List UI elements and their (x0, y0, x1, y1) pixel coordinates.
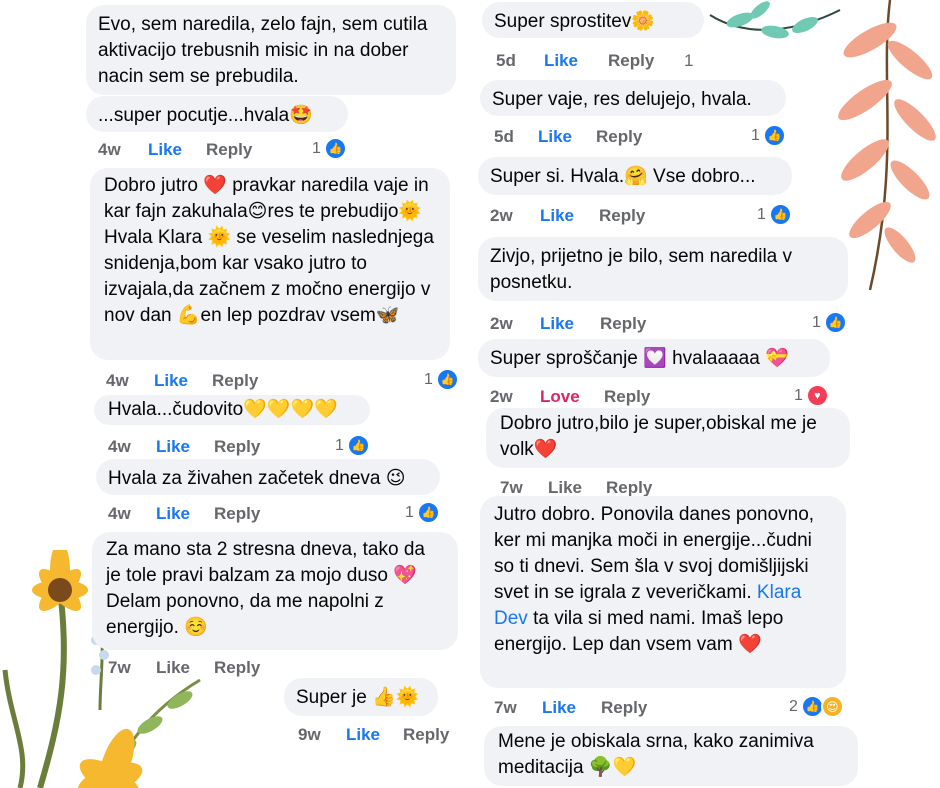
timestamp: 4w (108, 437, 131, 456)
comment-actions: 4w Like Reply (108, 504, 408, 524)
timestamp: 9w (298, 725, 321, 744)
comment-bubble: Za mano sta 2 stresna dneva, tako da je … (92, 532, 458, 650)
heart-eyes-reaction-icon: 😍 (820, 695, 844, 718)
comment-actions: 5d Like Reply 1 (496, 51, 706, 71)
timestamp: 5d (494, 127, 514, 146)
reaction-count: 1 ♥ (794, 384, 829, 407)
timestamp: 4w (108, 504, 131, 523)
reaction-count: 1 👍 (757, 203, 792, 226)
reply-button[interactable]: Reply (214, 658, 260, 678)
timestamp: 4w (106, 371, 129, 390)
comment-bubble: ...super pocutje...hvala🤩 (86, 96, 348, 132)
reply-button[interactable]: Reply (212, 371, 258, 391)
like-button[interactable]: Like (542, 698, 576, 718)
comment-actions: 2w Love Reply (490, 387, 790, 407)
comment-actions: 9w Like Reply (298, 725, 458, 745)
timestamp: 2w (490, 206, 513, 225)
like-button[interactable]: Like (148, 140, 182, 160)
comment-bubble: Hvala za živahen začetek dneva 😉 (96, 459, 440, 495)
comment-actions: 7w Like Reply (108, 658, 408, 678)
comment-bubble: Jutro dobro. Ponovila danes ponovno, ker… (480, 496, 846, 688)
comment-actions: 2w Like Reply (490, 206, 750, 226)
reply-button[interactable]: Reply (403, 725, 449, 745)
comment-actions: 7w Like Reply (494, 698, 794, 718)
comment-text: ta vila si med nami. Imaš lepo energijo.… (494, 608, 784, 655)
reply-button[interactable]: Reply (604, 387, 650, 407)
reaction-count: 1 👍 (405, 501, 440, 524)
reaction-count: 1 👍 (812, 311, 847, 334)
comment-bubble: Evo, sem naredila, zelo fajn, sem cutila… (86, 5, 456, 95)
comment-bubble: Zivjo, prijetno je bilo, sem naredila v … (478, 237, 848, 301)
like-button[interactable]: Like (156, 504, 190, 524)
comment-actions: 4w Like Reply (106, 371, 446, 391)
timestamp: 7w (500, 478, 523, 497)
reply-button[interactable]: Reply (214, 437, 260, 457)
comment-bubble: Super sproščanje 💟 hvalaaaaa 💝 (478, 339, 830, 377)
comment-bubble: Super sprostitev🌼 (482, 2, 704, 38)
comment-bubble: Super je 👍🌞 (284, 678, 438, 716)
reaction-count: 1 👍 (751, 124, 786, 147)
like-button[interactable]: Like (538, 127, 572, 147)
reaction-count: 1 👍 (335, 434, 370, 457)
timestamp: 2w (490, 387, 513, 406)
reply-button[interactable]: Reply (606, 478, 652, 498)
like-button[interactable]: Like (540, 314, 574, 334)
reply-button[interactable]: Reply (206, 140, 252, 160)
comment-bubble: Super vaje, res delujejo, hvala. (480, 80, 786, 116)
like-button[interactable]: Like (156, 437, 190, 457)
love-reaction-icon: ♥ (805, 384, 829, 407)
like-reaction-icon: 👍 (823, 311, 847, 334)
comment-bubble: Super si. Hvala.🤗 Vse dobro... (478, 157, 792, 195)
comment-bubble: Dobro jutro,bilo je super,obiskal me je … (486, 408, 850, 468)
comment-actions: 7w Like Reply (500, 478, 700, 498)
like-reaction-icon: 👍 (435, 368, 459, 391)
comment-actions: 4w Like Reply (98, 140, 448, 160)
like-button[interactable]: Like (154, 371, 188, 391)
reply-button[interactable]: Reply (600, 314, 646, 334)
love-button[interactable]: Love (540, 387, 580, 407)
reply-button[interactable]: Reply (601, 698, 647, 718)
comment-bubble: Hvala...čudovito💛💛💛💛 (94, 395, 370, 425)
like-reaction-icon: 👍 (762, 124, 786, 147)
comment-actions: 2w Like Reply (490, 314, 790, 334)
timestamp: 4w (98, 140, 121, 159)
timestamp: 2w (490, 314, 513, 333)
comment-bubble: Dobro jutro ❤️ pravkar naredila vaje in … (90, 168, 450, 360)
timestamp: 7w (108, 658, 131, 677)
like-reaction-icon: 👍 (416, 501, 440, 524)
timestamp: 7w (494, 698, 517, 717)
like-button[interactable]: Like (156, 658, 190, 678)
reply-button[interactable]: Reply (596, 127, 642, 147)
like-reaction-icon: 👍 (323, 137, 347, 160)
timestamp: 5d (496, 51, 516, 70)
reaction-count: 1 👍 (312, 137, 347, 160)
like-button[interactable]: Like (544, 51, 578, 71)
like-button[interactable]: Like (346, 725, 380, 745)
like-button[interactable]: Like (548, 478, 582, 498)
reaction-count: 1 (684, 51, 694, 70)
reaction-count: 1 👍 (424, 368, 459, 391)
comment-bubble: Mene je obiskala srna, kako zanimiva med… (484, 726, 858, 786)
reply-button[interactable]: Reply (599, 206, 645, 226)
comment-actions: 5d Like Reply (494, 127, 754, 147)
reply-button[interactable]: Reply (608, 51, 654, 71)
reply-button[interactable]: Reply (214, 504, 260, 524)
reaction-count: 2 👍 😍 (789, 695, 844, 718)
like-reaction-icon: 👍 (768, 203, 792, 226)
like-button[interactable]: Like (540, 206, 574, 226)
like-reaction-icon: 👍 (346, 434, 370, 457)
